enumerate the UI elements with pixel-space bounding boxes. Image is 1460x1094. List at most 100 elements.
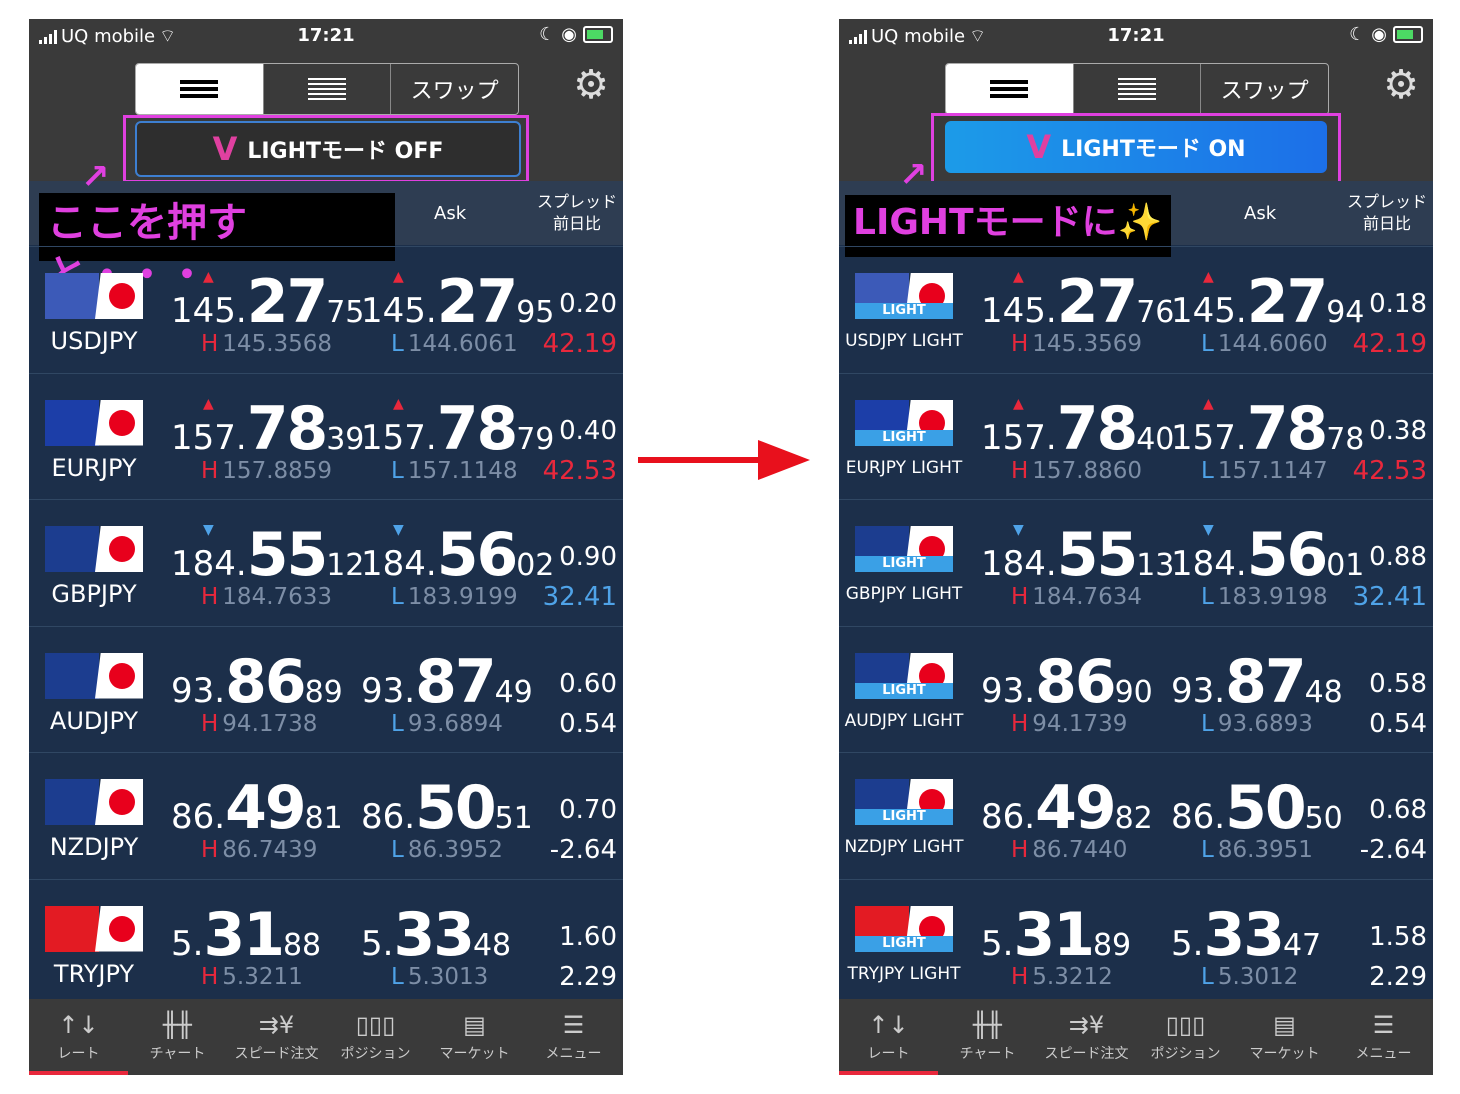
ask-price[interactable]: 86.5051 <box>361 773 533 843</box>
bid-price[interactable]: ▼ 184.5512 <box>171 520 364 590</box>
tab-speed-order[interactable]: ⇉¥ スピード注文 <box>227 999 326 1075</box>
bid-price[interactable]: ▲ 157.7839 <box>171 394 364 464</box>
tab-swap[interactable]: スワップ <box>1201 64 1328 114</box>
rate-row[interactable]: AUDJPY 93.8689 93.8749 H 94.1738 L 93.6894 0.60… <box>29 625 623 752</box>
ask-price[interactable]: ▲ 157.7879 <box>361 394 554 464</box>
bid-price[interactable]: ▲ 157.7840 <box>981 394 1174 464</box>
currency-flag-icon <box>45 399 143 446</box>
ask-price-big: 78 <box>1246 393 1328 464</box>
rate-row[interactable]: LIGHT AUDJPY LIGHT 93.8690 93.8748 H 94.1739 L… <box>839 625 1433 752</box>
japan-flag-icon <box>95 273 143 319</box>
bid-price[interactable]: 86.4981 <box>171 773 343 843</box>
low-number: 86.3952 <box>407 837 503 863</box>
down-triangle-icon: ▼ <box>1203 522 1214 538</box>
high-value: H 145.3568 <box>201 331 332 357</box>
ask-price[interactable]: 5.3348 <box>361 900 511 970</box>
ask-price[interactable]: 93.8748 <box>1171 647 1343 717</box>
tab-large-view[interactable] <box>136 64 264 114</box>
ask-price[interactable]: ▲ 145.2795 <box>361 267 554 337</box>
rate-row[interactable]: USDJPY ▲ 145.2775 ▲ 145.2795 H 145.3568 L 144.60… <box>29 246 623 372</box>
rate-row[interactable]: LIGHT TRYJPY LIGHT 5.3189 5.3347 H 5.3212 L 5.3… <box>839 878 1433 1005</box>
tab-compact-view[interactable] <box>1074 64 1202 114</box>
rate-row[interactable]: TRYJPY 5.3188 5.3348 H 5.3211 L 5.3013 1.60 2.29 <box>29 878 623 1005</box>
tab-chart[interactable]: ╫╫ チャート <box>128 999 227 1075</box>
tab-rate[interactable]: ↑↓ レート <box>839 999 938 1075</box>
bid-price-pip: 40 <box>1136 421 1175 457</box>
bid-price-major: 5. <box>981 923 1014 964</box>
tab-swap[interactable]: スワップ <box>391 64 518 114</box>
spread-value: 0.40 <box>559 415 617 446</box>
rate-row[interactable]: LIGHT GBPJPY LIGHT ▼ 184.5513 ▼ 184.5601 H 184.… <box>839 499 1433 625</box>
up-triangle-icon: ▲ <box>203 395 214 412</box>
ask-price[interactable]: ▼ 184.5601 <box>1171 520 1364 590</box>
bid-price[interactable]: ▼ 184.5513 <box>981 520 1174 590</box>
gear-icon[interactable]: ⚙ <box>1381 65 1421 105</box>
menu-icon: ☰ <box>1372 1011 1395 1039</box>
ask-price-major: 93. <box>361 670 416 711</box>
spread-value: 1.58 <box>1369 921 1427 952</box>
rate-row[interactable]: EURJPY ▲ 157.7839 ▲ 157.7879 H 157.8859 L 157.11… <box>29 372 623 499</box>
ask-price[interactable]: 5.3347 <box>1171 900 1321 970</box>
change-value: 0.54 <box>1369 708 1427 739</box>
bid-price[interactable]: 86.4982 <box>981 773 1153 843</box>
high-prefix: H <box>201 710 219 737</box>
rate-row[interactable]: LIGHT NZDJPY LIGHT 86.4982 86.5050 H 86.7440 L… <box>839 752 1433 878</box>
ask-header: Ask <box>434 203 467 224</box>
low-value: L 144.6061 <box>391 331 518 357</box>
tab-large-view[interactable] <box>946 64 1074 114</box>
pointer-arrow-icon: ↗ <box>81 157 110 197</box>
tab-rate[interactable]: ↑↓ レート <box>29 999 128 1075</box>
bid-price[interactable]: ▲ 145.2775 <box>171 267 364 337</box>
bid-price-major: 86. <box>171 797 226 837</box>
bid-price-major: 5. <box>171 923 204 964</box>
high-value: H 94.1739 <box>1011 711 1127 737</box>
tab-menu[interactable]: ☰ メニュー <box>524 999 623 1075</box>
rate-row[interactable]: GBPJPY ▼ 184.5512 ▼ 184.5602 H 184.7633 L 183.91… <box>29 499 623 625</box>
light-badge: LIGHT <box>855 556 953 572</box>
list-compact-icon <box>1118 78 1156 100</box>
bid-price-big: 55 <box>1056 520 1138 590</box>
up-triangle-icon: ▲ <box>1203 395 1214 412</box>
ask-price[interactable]: ▼ 184.5602 <box>361 520 554 590</box>
ask-price-pip: 49 <box>494 674 533 710</box>
tab-position[interactable]: ▯▯▯ ポジション <box>326 999 425 1075</box>
bid-price[interactable]: ▲ 145.2776 <box>981 267 1174 337</box>
bid-price[interactable]: 93.8689 <box>171 647 343 717</box>
gear-icon[interactable]: ⚙ <box>571 65 611 105</box>
low-value: L 5.3013 <box>391 964 488 990</box>
bid-price[interactable]: 93.8690 <box>981 647 1153 717</box>
ask-price[interactable]: ▲ 145.2794 <box>1171 267 1364 337</box>
spread-value: 1.60 <box>559 921 617 952</box>
down-triangle-icon: ▼ <box>393 522 404 538</box>
rate-row[interactable]: LIGHT USDJPY LIGHT ▲ 145.2776 ▲ 145.2794 H 145.… <box>839 246 1433 372</box>
light-badge: LIGHT <box>855 682 953 699</box>
status-bar: UQ mobile ⌔ 17:21 ☾ ◉ <box>839 19 1433 51</box>
change-value: 32.41 <box>1352 582 1427 612</box>
tab-market[interactable]: ▤ マーケット <box>425 999 524 1075</box>
bid-price[interactable]: 5.3188 <box>171 900 321 970</box>
ask-price-major: 5. <box>1171 923 1204 964</box>
up-triangle-icon: ▲ <box>1203 269 1214 285</box>
view-toggle: スワップ <box>945 63 1329 115</box>
ask-price[interactable]: ▲ 157.7878 <box>1171 394 1364 464</box>
tab-menu[interactable]: ☰ メニュー <box>1334 999 1433 1075</box>
tab-position[interactable]: ▯▯▯ ポジション <box>1136 999 1235 1075</box>
tab-compact-view[interactable] <box>264 64 392 114</box>
bid-price-pip: 89 <box>1092 927 1132 963</box>
ask-price[interactable]: 86.5050 <box>1171 773 1343 843</box>
ask-price[interactable]: 93.8749 <box>361 647 533 717</box>
bid-price[interactable]: 5.3189 <box>981 900 1131 970</box>
flag-base-icon <box>45 905 99 952</box>
rate-row[interactable]: LIGHT EURJPY LIGHT ▲ 157.7840 ▲ 157.7878 H 157.… <box>839 372 1433 499</box>
tab-label: メニュー <box>545 1046 602 1062</box>
tab-market[interactable]: ▤ マーケット <box>1235 999 1334 1075</box>
tab-chart[interactable]: ╫╫ チャート <box>938 999 1037 1075</box>
bid-price-big: 86 <box>225 646 306 717</box>
spread-value: 0.58 <box>1369 668 1427 699</box>
rate-row[interactable]: NZDJPY 86.4981 86.5051 H 86.7439 L 86.3952 0.70… <box>29 752 623 878</box>
ask-price-pip: 51 <box>494 801 533 836</box>
ask-price-pip: 48 <box>1304 674 1343 710</box>
bid-price-big: 49 <box>1035 773 1116 843</box>
tab-speed-order[interactable]: ⇉¥ スピード注文 <box>1037 999 1136 1075</box>
ask-price-major: 86. <box>361 797 416 837</box>
